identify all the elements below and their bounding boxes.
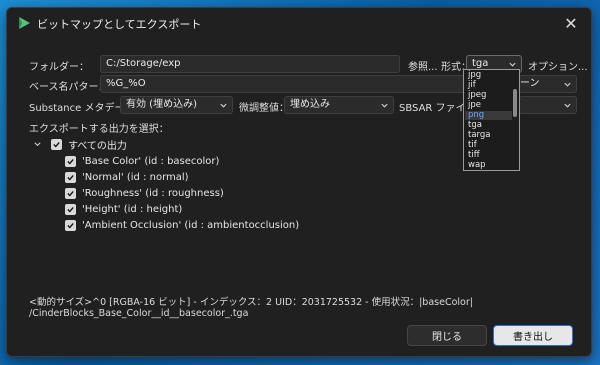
format-option[interactable]: jpg: [465, 71, 512, 80]
output-label: 'Base Color' (id : basecolor): [82, 155, 220, 167]
adjust-select-value: 埋め込み: [290, 99, 330, 110]
all-outputs-checkbox[interactable]: [51, 138, 62, 150]
chevron-down-icon: [219, 97, 228, 113]
output-info-line: <動的サイズ>^0 [RGBA-16 ビット] - インデックス：2 UID：2…: [29, 297, 473, 308]
format-option[interactable]: wap: [465, 161, 512, 170]
format-option[interactable]: targa: [465, 131, 512, 140]
close-icon: ✕: [564, 13, 578, 33]
window-title: ビットマップとしてエクスポート: [37, 18, 202, 31]
metadata-select[interactable]: 有効 (埋め込み): [120, 96, 233, 114]
outputs-heading: エクスポートする出力を選択：: [29, 124, 169, 135]
format-option[interactable]: tif: [465, 141, 512, 150]
output-item[interactable]: 'Base Color' (id : basecolor): [65, 153, 219, 169]
format-option[interactable]: jif: [465, 81, 512, 90]
substance-app-icon: [17, 16, 31, 30]
format-option[interactable]: jpe: [465, 101, 512, 110]
format-option[interactable]: tiff: [465, 151, 512, 160]
export-button[interactable]: 書き出し: [493, 325, 573, 346]
title-bar: ビットマップとしてエクスポート ✕: [7, 8, 591, 38]
basename-preset-select[interactable]: ーン: [519, 75, 577, 93]
format-dropdown-list: jpg jif jpeg jpe png tga targa tif tiff …: [463, 69, 520, 171]
all-outputs-item[interactable]: すべての出力: [33, 136, 127, 152]
output-item[interactable]: 'Normal' (id : normal): [65, 169, 189, 185]
output-checkbox[interactable]: [65, 171, 76, 183]
metadata-select-value: 有効 (埋め込み): [126, 99, 197, 110]
close-button[interactable]: ✕: [551, 8, 591, 38]
adjust-label: 微調整値：: [239, 103, 289, 114]
dropdown-scrollbar-thumb[interactable]: [513, 89, 517, 117]
chevron-down-icon: [563, 97, 572, 113]
output-item[interactable]: 'Ambient Occlusion' (id : ambientocclusi…: [65, 217, 299, 233]
format-select-value: tga: [472, 58, 489, 69]
output-checkbox[interactable]: [65, 219, 76, 231]
output-label: 'Roughness' (id : roughness): [82, 187, 224, 199]
chevron-down-icon[interactable]: [33, 140, 47, 149]
sbsar-select[interactable]: [519, 96, 577, 114]
output-checkbox[interactable]: [65, 187, 76, 199]
output-item[interactable]: 'Height' (id : height): [65, 201, 182, 217]
format-option[interactable]: tga: [465, 121, 512, 130]
output-filename: /CinderBlocks_Base_Color__id__basecolor_…: [29, 308, 249, 319]
format-option-selected[interactable]: png: [465, 111, 512, 120]
all-outputs-label: すべての出力: [68, 140, 127, 152]
export-bitmap-dialog: ビットマップとしてエクスポート ✕ フォルダー： C:/Storage/exp …: [6, 7, 592, 357]
basename-input[interactable]: %G_%O: [100, 75, 469, 93]
folder-input[interactable]: C:/Storage/exp: [100, 55, 400, 73]
dropdown-scrollbar[interactable]: [512, 71, 518, 169]
format-option[interactable]: jpeg: [465, 91, 512, 100]
output-checkbox[interactable]: [65, 203, 76, 215]
output-label: 'Normal' (id : normal): [82, 171, 189, 183]
chevron-down-icon: [563, 76, 572, 92]
close-dialog-label: 閉じる: [432, 332, 462, 343]
output-checkbox[interactable]: [65, 155, 76, 167]
browse-button[interactable]: 参照...: [408, 58, 438, 73]
options-button[interactable]: オプション...: [528, 58, 588, 73]
output-label: 'Height' (id : height): [82, 203, 183, 215]
folder-label: フォルダー：: [29, 62, 89, 73]
output-item[interactable]: 'Roughness' (id : roughness): [65, 185, 224, 201]
export-label: 書き出し: [513, 332, 553, 343]
basename-preset-value: ーン: [520, 78, 540, 89]
adjust-select[interactable]: 埋め込み: [284, 96, 394, 114]
output-label: 'Ambient Occlusion' (id : ambientocclusi…: [82, 219, 300, 231]
close-dialog-button[interactable]: 閉じる: [407, 325, 487, 346]
chevron-down-icon: [380, 97, 389, 113]
